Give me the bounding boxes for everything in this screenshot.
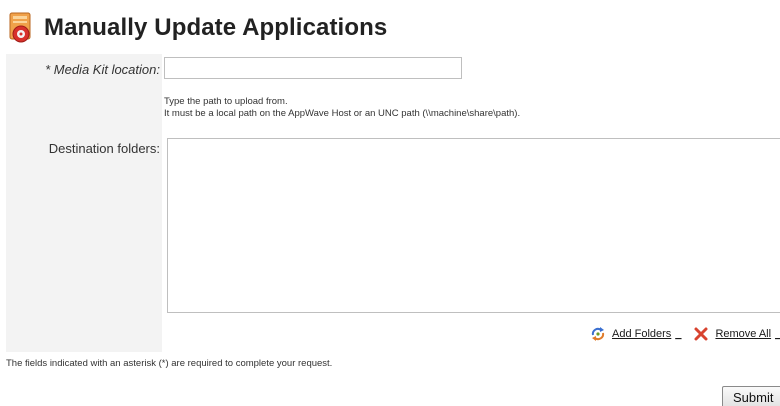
remove-all-link[interactable]: Remove All [693, 326, 771, 342]
required-marker: * [45, 62, 51, 77]
media-kit-help-text: Type the path to upload from. It must be… [164, 96, 520, 120]
action-separator: _ [675, 328, 682, 340]
destination-folders-list[interactable] [167, 138, 780, 313]
destination-folders-label: Destination folders: [48, 141, 160, 156]
page-header: Manually Update Applications [8, 10, 387, 46]
action-separator-end: _ [775, 328, 780, 340]
manual-update-page: Manually Update Applications * Media Kit… [0, 0, 780, 406]
media-kit-label-text: Media Kit location: [53, 62, 160, 77]
media-kit-location-input[interactable] [164, 57, 462, 79]
add-folders-label: Add Folders [612, 328, 672, 340]
remove-all-icon [693, 326, 709, 342]
remove-all-label: Remove All [715, 328, 772, 340]
app-update-icon [8, 12, 34, 44]
page-title: Manually Update Applications [44, 14, 388, 41]
folder-actions: Add Folders _ Remove All _ [590, 326, 780, 342]
required-fields-note: The fields indicated with an asterisk (*… [6, 358, 333, 369]
label-column [6, 54, 162, 352]
submit-button[interactable]: Submit [722, 386, 780, 406]
add-folders-link[interactable]: Add Folders [590, 326, 671, 342]
help-line-2: It must be a local path on the AppWave H… [164, 108, 521, 119]
add-folders-icon [590, 326, 606, 342]
help-line-1: Type the path to upload from. [164, 96, 288, 107]
media-kit-label: * Media Kit location: [6, 62, 160, 77]
